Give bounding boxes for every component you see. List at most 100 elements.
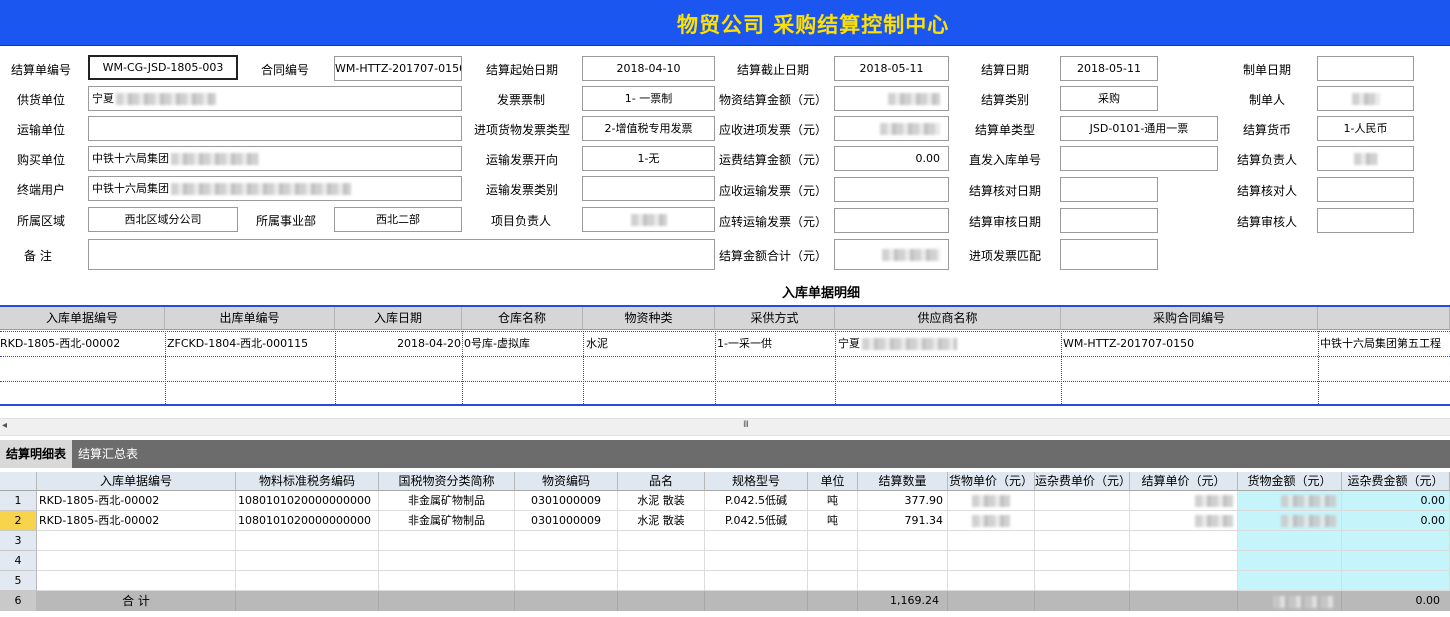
s-spec-cell[interactable]: P.042.5低碱 xyxy=(705,511,808,531)
s-tax-category-cell[interactable] xyxy=(379,551,515,571)
row-number[interactable]: 3 xyxy=(0,531,37,551)
s-spec-cell[interactable]: P.042.5低碱 xyxy=(705,491,808,511)
end-date-field[interactable]: 2018-05-11 xyxy=(834,56,949,81)
s-goods-price-cell[interactable] xyxy=(948,531,1035,551)
row-number[interactable]: 4 xyxy=(0,551,37,571)
col-s-inbound-no[interactable]: 入库单据编号 xyxy=(37,472,236,491)
s-tax-code-cell[interactable] xyxy=(236,571,379,591)
col-purchase-contract[interactable]: 采购合同编号 xyxy=(1061,307,1318,330)
s-freight-amount-cell[interactable]: 0.00 xyxy=(1342,491,1450,511)
check-date-field[interactable] xyxy=(1060,177,1158,202)
s-product-name-cell[interactable] xyxy=(618,571,705,591)
s-goods-amount-cell[interactable] xyxy=(1238,531,1342,551)
col-s-tax-category[interactable]: 国税物资分类简称 xyxy=(379,472,515,491)
col-warehouse[interactable]: 仓库名称 xyxy=(462,307,583,330)
s-tax-code-cell[interactable]: 1080101020000000000 xyxy=(236,511,379,531)
s-quantity-cell[interactable]: 377.90 xyxy=(858,491,948,511)
col-s-goods-amount[interactable]: 货物金额（元） xyxy=(1238,472,1342,491)
col-extra[interactable] xyxy=(1318,307,1450,330)
col-s-freight-price[interactable]: 运杂费单价（元） xyxy=(1035,472,1130,491)
transport-invoice-issue-field[interactable]: 1-无 xyxy=(582,146,715,171)
col-s-unit[interactable]: 单位 xyxy=(808,472,858,491)
s-goods-price-cell[interactable] xyxy=(948,491,1035,511)
input-invoice-type-field[interactable]: 2-增值税专用发票 xyxy=(582,116,715,141)
maker-field[interactable] xyxy=(1317,86,1414,111)
col-s-tax-code[interactable]: 物料标准税务编码 xyxy=(236,472,379,491)
table-row[interactable]: RKD-1805-西北-00002 ZFCKD-1804-西北-000115 2… xyxy=(0,332,1450,356)
col-s-freight-amount[interactable]: 运杂费金额（元） xyxy=(1342,472,1450,491)
invoice-system-field[interactable]: 1- 一票制 xyxy=(582,86,715,111)
s-inbound-no-cell[interactable] xyxy=(37,571,236,591)
s-freight-price-cell[interactable] xyxy=(1035,491,1130,511)
s-quantity-cell[interactable] xyxy=(858,551,948,571)
region-field[interactable]: 西北区域分公司 xyxy=(88,207,238,232)
settle-category-field[interactable]: 采购 xyxy=(1060,86,1158,111)
settle-no-field[interactable]: WM-CG-JSD-1805-003 xyxy=(88,55,238,80)
s-freight-price-cell[interactable] xyxy=(1035,551,1130,571)
s-material-code-cell[interactable] xyxy=(515,571,618,591)
s-tax-category-cell[interactable] xyxy=(379,571,515,591)
col-s-quantity[interactable]: 结算数量 xyxy=(858,472,948,491)
s-product-name-cell[interactable] xyxy=(618,551,705,571)
s-product-name-cell[interactable]: 水泥 散装 xyxy=(618,491,705,511)
row-number[interactable]: 5 xyxy=(0,571,37,591)
s-goods-amount-cell[interactable] xyxy=(1238,571,1342,591)
settle-currency-field[interactable]: 1-人民币 xyxy=(1317,116,1414,141)
s-unit-cell[interactable] xyxy=(808,531,858,551)
col-s-settle-price[interactable]: 结算单价（元） xyxy=(1130,472,1238,491)
s-spec-cell[interactable] xyxy=(705,531,808,551)
s-settle-price-cell[interactable] xyxy=(1130,491,1238,511)
s-unit-cell[interactable] xyxy=(808,551,858,571)
buyer-field[interactable]: 中铁十六局集团 xyxy=(88,146,462,171)
settle-date-field[interactable]: 2018-05-11 xyxy=(1060,56,1158,81)
s-goods-amount-cell[interactable] xyxy=(1238,491,1342,511)
make-date-field[interactable] xyxy=(1317,56,1414,81)
row-number[interactable]: 1 xyxy=(0,491,37,511)
s-freight-amount-cell[interactable] xyxy=(1342,551,1450,571)
s-inbound-no-cell[interactable] xyxy=(37,551,236,571)
col-supply-mode[interactable]: 采供方式 xyxy=(715,307,835,330)
s-goods-amount-cell[interactable] xyxy=(1238,551,1342,571)
s-spec-cell[interactable] xyxy=(705,551,808,571)
col-s-material-code[interactable]: 物资编码 xyxy=(515,472,618,491)
s-spec-cell[interactable] xyxy=(705,571,808,591)
inbound-horizontal-scrollbar[interactable]: ◂ III xyxy=(0,418,1450,436)
supplier-field[interactable]: 宁夏 xyxy=(88,86,462,111)
col-inbound-no[interactable]: 入库单据编号 xyxy=(0,307,165,330)
s-quantity-cell[interactable]: 791.34 xyxy=(858,511,948,531)
s-inbound-no-cell[interactable] xyxy=(37,531,236,551)
s-unit-cell[interactable]: 吨 xyxy=(808,511,858,531)
s-quantity-cell[interactable] xyxy=(858,571,948,591)
transport-unit-field[interactable] xyxy=(88,116,462,141)
settle-manager-field[interactable] xyxy=(1317,146,1414,171)
s-goods-price-cell[interactable] xyxy=(948,571,1035,591)
tab-settle-detail[interactable]: 结算明细表 xyxy=(0,440,72,468)
s-freight-price-cell[interactable] xyxy=(1035,511,1130,531)
s-settle-price-cell[interactable] xyxy=(1130,551,1238,571)
col-material-type[interactable]: 物资种类 xyxy=(583,307,715,330)
transport-invoice-type-field[interactable] xyxy=(582,176,715,201)
end-user-field[interactable]: 中铁十六局集团 xyxy=(88,176,462,201)
input-invoice-match-field[interactable] xyxy=(1060,239,1158,270)
s-goods-price-cell[interactable] xyxy=(948,551,1035,571)
s-tax-code-cell[interactable] xyxy=(236,531,379,551)
direct-inbound-no-field[interactable] xyxy=(1060,146,1218,171)
s-product-name-cell[interactable] xyxy=(618,531,705,551)
scroll-grip-icon[interactable]: III xyxy=(743,420,749,430)
tab-settle-summary[interactable]: 结算汇总表 xyxy=(72,440,144,468)
s-freight-amount-cell[interactable] xyxy=(1342,531,1450,551)
s-settle-price-cell[interactable] xyxy=(1130,511,1238,531)
s-settle-price-cell[interactable] xyxy=(1130,531,1238,551)
checker-field[interactable] xyxy=(1317,177,1414,202)
col-inbound-date[interactable]: 入库日期 xyxy=(335,307,462,330)
s-unit-cell[interactable]: 吨 xyxy=(808,491,858,511)
contract-no-field[interactable]: WM-HTTZ-201707-0150 xyxy=(334,56,462,81)
remark-field[interactable] xyxy=(88,239,715,270)
s-inbound-no-cell[interactable]: RKD-1805-西北-00002 xyxy=(37,511,236,531)
division-field[interactable]: 西北二部 xyxy=(334,207,462,232)
s-unit-cell[interactable] xyxy=(808,571,858,591)
s-tax-code-cell[interactable] xyxy=(236,551,379,571)
s-freight-price-cell[interactable] xyxy=(1035,531,1130,551)
s-freight-price-cell[interactable] xyxy=(1035,571,1130,591)
s-settle-price-cell[interactable] xyxy=(1130,571,1238,591)
